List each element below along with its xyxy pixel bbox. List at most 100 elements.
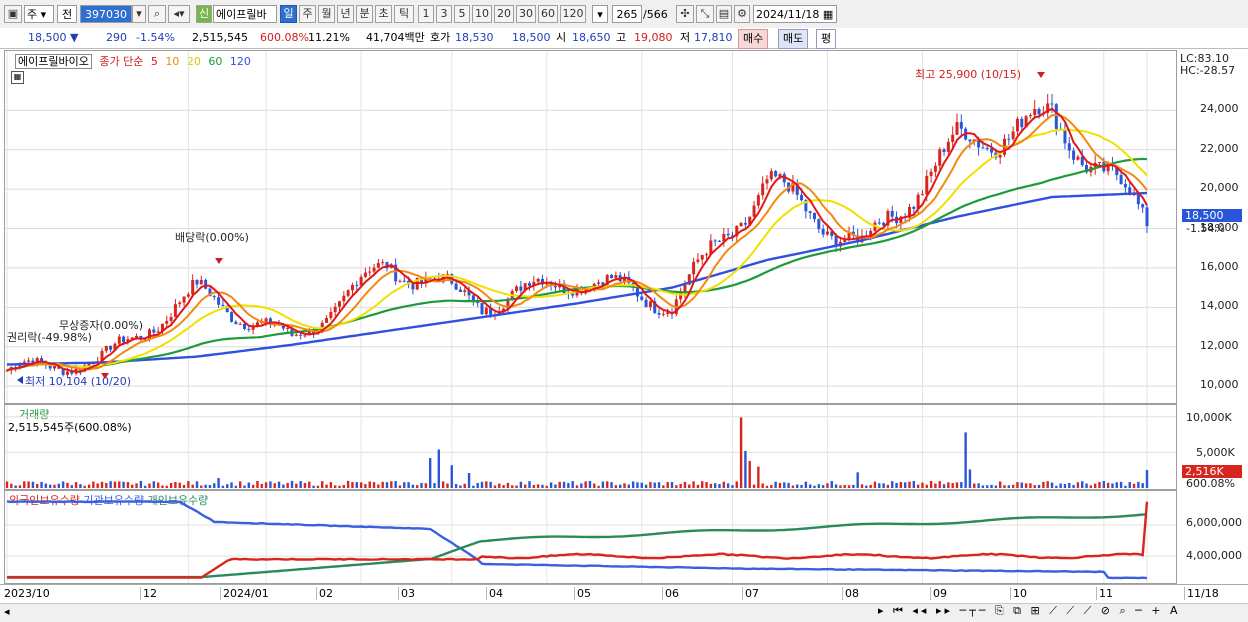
volume-bar xyxy=(346,480,350,488)
volume-bar xyxy=(195,481,199,488)
volume-bar xyxy=(627,484,631,488)
candle xyxy=(199,279,203,285)
volume-bar xyxy=(459,485,462,488)
volume-bar xyxy=(480,481,484,488)
count-input[interactable]: 265 xyxy=(612,5,642,23)
volume-bar xyxy=(385,482,389,488)
minute-20[interactable]: 20 xyxy=(494,5,514,23)
volume-bar xyxy=(234,485,238,488)
eval-button[interactable]: 평 xyxy=(816,29,837,49)
volume-bar xyxy=(666,482,669,488)
quote-bar: 18,500 ▼ 290 -1.54% 2,515,545 600.08% 11… xyxy=(0,28,1248,49)
volume-bar xyxy=(355,482,358,488)
bottom-scrollbar[interactable]: ◂ ▸ ⏮ ◂◂ ▸▸ ─┬─ ⎘ ⧉ ⊞ ⟋ ⟋ ⟋ ⊘ ⌕ ─ + A xyxy=(0,603,1248,622)
tab-month[interactable]: 월 xyxy=(318,5,335,23)
candle xyxy=(480,303,484,315)
minute-30[interactable]: 30 xyxy=(516,5,536,23)
candle xyxy=(774,171,778,177)
x-tick-label: 02 xyxy=(316,587,333,600)
tab-minute[interactable]: 분 xyxy=(356,5,373,23)
x-tick-label: 11/18 xyxy=(1184,587,1219,600)
volume-bar xyxy=(821,485,825,488)
volume-bar xyxy=(424,483,428,488)
tab-tick[interactable]: 틱 xyxy=(394,5,414,23)
volume-bar xyxy=(61,481,65,488)
playback-controls[interactable]: ▸ ⏮ ◂◂ ▸▸ ─┬─ ⎘ ⧉ ⊞ ⟋ ⟋ ⟋ ⊘ ⌕ ─ + A xyxy=(878,604,1181,618)
volume-bar xyxy=(549,482,553,488)
speaker-icon[interactable]: ◂▾ xyxy=(168,5,190,23)
scroll-left-icon[interactable]: ◂ xyxy=(4,605,10,618)
search-icon[interactable]: ⌕ xyxy=(148,5,166,23)
volume-bar xyxy=(467,473,471,488)
ask-label: 호가 xyxy=(430,31,451,44)
volume-bar xyxy=(869,484,872,488)
date-input[interactable]: 2024/11/18 ▦ xyxy=(753,5,837,23)
candle xyxy=(661,313,665,315)
volume-bar xyxy=(1050,482,1054,488)
candle xyxy=(610,275,614,279)
minute-10[interactable]: 10 xyxy=(472,5,492,23)
volume-bar xyxy=(1068,482,1071,488)
crosshair-icon[interactable]: ✣ xyxy=(676,5,694,23)
volume-bar xyxy=(489,481,492,488)
tab-day[interactable]: 일 xyxy=(280,5,297,23)
period-select[interactable]: 주 ▾ xyxy=(24,5,54,23)
x-tick-label: 05 xyxy=(574,587,591,600)
tab-week[interactable]: 주 xyxy=(299,5,316,23)
volume-bar xyxy=(70,485,73,488)
volume-bar xyxy=(295,483,298,488)
x-tick-label: 2024/01 xyxy=(220,587,269,600)
volume-bar xyxy=(351,482,354,488)
candle xyxy=(739,223,743,227)
window-icon[interactable]: ▣ xyxy=(4,5,22,23)
price-y-tick: 14,000 xyxy=(1200,299,1239,313)
candle xyxy=(713,240,717,242)
volume-bar xyxy=(338,485,341,488)
volume-bar xyxy=(567,483,570,488)
volume-bar xyxy=(735,481,738,488)
volume-bar xyxy=(109,481,112,488)
draw-icon[interactable]: ⤡ xyxy=(696,5,714,23)
save-icon[interactable]: ▤ xyxy=(716,5,732,23)
chevron-down-icon[interactable]: ▾ xyxy=(132,5,146,23)
gear-icon[interactable]: ⚙ xyxy=(734,5,750,23)
sell-button[interactable]: 매도 xyxy=(778,29,809,49)
candle xyxy=(346,290,350,296)
volume-bar xyxy=(770,485,773,488)
volume-bar xyxy=(148,483,151,488)
volume-bar xyxy=(1033,485,1036,488)
minute-60[interactable]: 60 xyxy=(538,5,558,23)
candle xyxy=(264,318,268,322)
candle xyxy=(329,311,333,319)
volume-bar xyxy=(899,482,903,488)
high-marker xyxy=(1037,72,1045,78)
buy-button[interactable]: 매수 xyxy=(738,29,769,49)
chevron-down-icon[interactable]: ▾ xyxy=(592,5,608,23)
annotation-high: 최고 25,900 (10/15) xyxy=(915,68,1021,81)
volume-bar xyxy=(446,483,449,488)
tab-second[interactable]: 초 xyxy=(375,5,392,23)
volume-bar xyxy=(5,481,9,488)
volume-bar xyxy=(847,485,851,488)
volume-bar xyxy=(411,484,415,488)
stock-code-input[interactable]: 397030 xyxy=(80,5,132,23)
x-tick-label: 10 xyxy=(1010,587,1027,600)
candle xyxy=(104,345,108,351)
market-select[interactable]: 전 xyxy=(57,5,77,23)
minute-1[interactable]: 1 xyxy=(418,5,434,23)
volume-bar xyxy=(843,485,846,488)
volume-bar xyxy=(739,417,743,488)
minute-5[interactable]: 5 xyxy=(454,5,470,23)
minute-3[interactable]: 3 xyxy=(436,5,452,23)
volume-bar xyxy=(407,482,410,488)
candle xyxy=(458,289,462,293)
candle xyxy=(877,222,881,224)
volume-bar xyxy=(1059,483,1062,488)
tab-year[interactable]: 년 xyxy=(337,5,354,23)
volume-bar xyxy=(718,484,721,488)
volume-bar xyxy=(1072,484,1075,488)
minute-120[interactable]: 120 xyxy=(560,5,586,23)
volume-bar xyxy=(675,485,678,488)
candle xyxy=(1011,131,1015,140)
candle xyxy=(1145,207,1149,227)
